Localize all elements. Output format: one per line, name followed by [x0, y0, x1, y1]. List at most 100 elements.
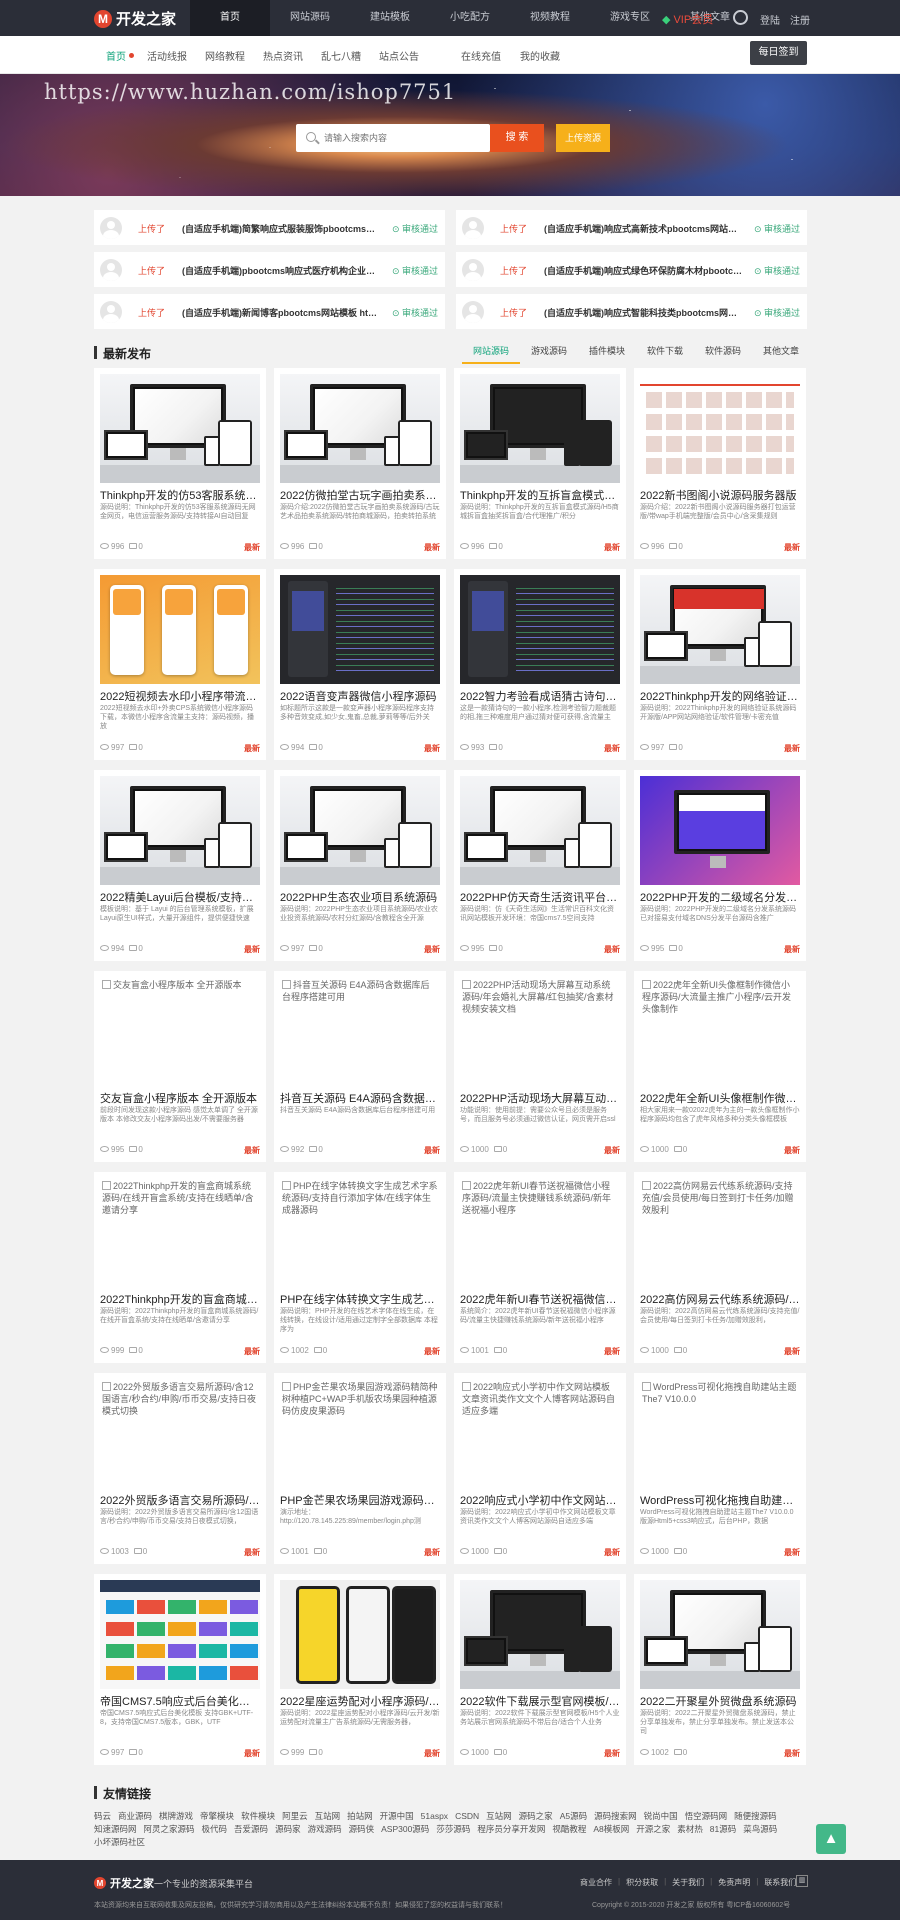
resource-card[interactable]: 2022Thinkphp开发的网络验证系统 源码说明：2022Thinkphp开发…	[634, 569, 806, 760]
footer-link-contact[interactable]: 联系我们	[764, 1877, 796, 1888]
activity-item[interactable]: 上传了 (自适应手机端)响应式绿色环保防腐木材pbootcms网站 ⊙ 审核通过	[456, 252, 807, 287]
login-link[interactable]: 登陆	[760, 12, 780, 27]
friend-link[interactable]: 悟空源码网	[685, 1810, 728, 1823]
friend-link[interactable]: 莎莎源码	[436, 1823, 470, 1836]
card-title[interactable]: 2022短视频去水印小程序带流量主	[100, 688, 260, 704]
friend-link[interactable]: 拍站网	[347, 1810, 373, 1823]
card-thumbnail[interactable]: 2022PHP活动现场大屏幕互动系统源码/年会婚礼大屏幕/红包抽奖/含素材视频安…	[460, 977, 620, 1086]
card-title[interactable]: Thinkphp开发的仿53客服系统源码	[100, 487, 260, 503]
resource-card[interactable]: 2022智力考验看成语猜古诗句小程序这是一款猜诗句的一款小程序,检测考验智力题裁…	[454, 569, 626, 760]
card-thumbnail[interactable]: 2022虎年新UI春节送祝福微信小程序源码/流量主快捷赚钱系统源码/新年送祝福小…	[460, 1178, 620, 1287]
card-thumbnail[interactable]	[280, 776, 440, 885]
card-thumbnail[interactable]	[460, 776, 620, 885]
friend-link[interactable]: 视酷教程	[552, 1823, 586, 1836]
card-thumbnail[interactable]	[100, 575, 260, 684]
card-title[interactable]: 2022高仿网易云代练系统源码/支持充值	[640, 1291, 800, 1307]
card-thumbnail[interactable]	[100, 1580, 260, 1689]
tab-software-download[interactable]: 软件下载	[636, 344, 694, 364]
friend-link[interactable]: 锐尚中国	[644, 1810, 678, 1823]
friend-link[interactable]: ASP300源码	[381, 1823, 429, 1836]
card-title[interactable]: 2022语音变声器微信小程序源码	[280, 688, 440, 704]
card-title[interactable]: 2022二开聚星外贸微盘系统源码	[640, 1693, 800, 1709]
friend-link[interactable]: 源码家	[275, 1823, 301, 1836]
card-title[interactable]: 2022虎年新UI春节送祝福微信小程序	[460, 1291, 620, 1307]
footer-link-disclaimer[interactable]: 免责声明	[718, 1877, 750, 1888]
card-title[interactable]: 2022外贸版多语言交易所源码/含12国语言	[100, 1492, 260, 1508]
activity-title[interactable]: (自适应手机端)响应式智能科技类pbootcms网站模板	[544, 306, 744, 319]
card-title[interactable]: 2022虎年全新UI头像框制作微信小程序	[640, 1090, 800, 1106]
search-input[interactable]	[324, 128, 484, 148]
resource-card[interactable]: 2022外贸版多语言交易所源码/含12国语言/秒合约/申购/币币交易/支持日夜模…	[94, 1373, 266, 1564]
site-logo[interactable]: M 开发之家	[94, 8, 176, 29]
register-link[interactable]: 注册	[790, 12, 810, 27]
card-thumbnail[interactable]	[640, 374, 800, 483]
card-thumbnail[interactable]	[640, 1580, 800, 1689]
friend-link[interactable]: 源码之家	[519, 1810, 553, 1823]
card-thumbnail[interactable]: PHP在线字体转换文字生成艺术字系统源码/支持自行添加字体/在线字体生成器源码	[280, 1178, 440, 1287]
card-title[interactable]: 2022仿微拍堂古玩字画拍卖系统源码	[280, 487, 440, 503]
subnav-tutorials[interactable]: 网络教程	[205, 48, 245, 63]
card-title[interactable]: Thinkphp开发的互拆盲盒模式源码	[460, 487, 620, 503]
friend-link[interactable]: 源码搜索网	[594, 1810, 637, 1823]
friend-link[interactable]: A8模板网	[593, 1823, 629, 1836]
resource-card[interactable]: 2022软件下载展示型官网模板/响应式源码说明：2022软件下载展示型官网模板/…	[454, 1574, 626, 1765]
resource-card[interactable]: PHP在线字体转换文字生成艺术字系统源码/支持自行添加字体/在线字体生成器源码 P…	[274, 1172, 446, 1363]
resource-card[interactable]: Thinkphp开发的仿53客服系统源码 源码说明：Thinkphp开发的仿53客…	[94, 368, 266, 559]
card-thumbnail[interactable]: 2022虎年全新UI头像框制作微信小程序源码/大流量主推广小程序/云开发头像制作	[640, 977, 800, 1086]
card-title[interactable]: 帝国CMS7.5响应式后台美化模板	[100, 1693, 260, 1709]
vip-link[interactable]: ◆ VIP会员	[662, 11, 713, 27]
friend-link[interactable]: 帝擎模块	[200, 1810, 234, 1823]
card-thumbnail[interactable]	[640, 776, 800, 885]
nav-video-tutorials[interactable]: 视频教程	[510, 0, 590, 36]
friend-link[interactable]: 吾爱源码	[234, 1823, 268, 1836]
nav-games[interactable]: 游戏专区	[590, 0, 670, 36]
friend-link[interactable]: 小坏源码社区	[94, 1836, 145, 1849]
card-title[interactable]: WordPress可视化拖拽自助建站主题	[640, 1492, 800, 1508]
activity-title[interactable]: (自适应手机端)新闻博客pbootcms网站模板 html5	[182, 306, 382, 319]
card-title[interactable]: 2022PHP开发的二级域名分发系统	[640, 889, 800, 905]
subnav-home[interactable]: 首页	[106, 48, 126, 63]
friend-link[interactable]: 开源之家	[636, 1823, 670, 1836]
activity-title[interactable]: (自适应手机端)pbootcms响应式医疗机构企业网站模板	[182, 264, 382, 277]
card-title[interactable]: 2022软件下载展示型官网模板/响应式	[460, 1693, 620, 1709]
card-thumbnail[interactable]: 2022Thinkphp开发的盲盒商城系统源码/在线开盲盒系统/支持在线晒单/含…	[100, 1178, 260, 1287]
activity-title[interactable]: (自适应手机端)响应式高新技术pbootcms网站模板	[544, 222, 744, 235]
resource-card[interactable]: 2022响应式小学初中作文网站模板文章资讯类作文文个人博客网站源码自适应多端 20…	[454, 1373, 626, 1564]
footer-link-points[interactable]: 积分获取	[626, 1877, 658, 1888]
friend-link[interactable]: 码云	[94, 1810, 111, 1823]
friend-link[interactable]: 游戏源码	[308, 1823, 342, 1836]
card-thumbnail[interactable]: 交友盲盒小程序版本 全开源版本	[100, 977, 260, 1086]
card-thumbnail[interactable]	[280, 374, 440, 483]
card-title[interactable]: PHP金芒果农场果园游戏源码精简版	[280, 1492, 440, 1508]
resource-card[interactable]: 2022PHP生态农业项目系统源码 源码说明：2022PHP生态农业项目系统源码/…	[274, 770, 446, 961]
friend-link[interactable]: 81源码	[710, 1823, 736, 1836]
card-title[interactable]: 2022精美Layui后台模板/支持多标签	[100, 889, 260, 905]
friend-link[interactable]: 互站网	[486, 1810, 512, 1823]
card-thumbnail[interactable]: PHP金芒果农场果园游戏源码精简种树种植PC+WAP手机版农场果园种植源码仿皮皮…	[280, 1379, 440, 1488]
card-title[interactable]: 2022Thinkphp开发的盲盒商城系统源码	[100, 1291, 260, 1307]
friend-link[interactable]: 程序员分享开发网	[477, 1823, 545, 1836]
nav-website-source[interactable]: 网站源码	[270, 0, 350, 36]
friend-link[interactable]: 知速源码网	[94, 1823, 137, 1836]
card-title[interactable]: 抖音互关源码 E4A源码含数据库后台	[280, 1090, 440, 1106]
friend-link[interactable]: 阿里云	[282, 1810, 308, 1823]
footer-link-business[interactable]: 商业合作	[580, 1877, 612, 1888]
card-thumbnail[interactable]	[280, 1580, 440, 1689]
nav-snack-recipes[interactable]: 小吃配方	[430, 0, 510, 36]
card-thumbnail[interactable]: 2022外贸版多语言交易所源码/含12国语言/秒合约/申购/币币交易/支持日夜模…	[100, 1379, 260, 1488]
subnav-announcements[interactable]: 站点公告	[379, 48, 419, 63]
activity-item[interactable]: 上传了 (自适应手机端)响应式智能科技类pbootcms网站模板 ⊙ 审核通过	[456, 294, 807, 329]
footer-link-about[interactable]: 关于我们	[672, 1877, 704, 1888]
card-thumbnail[interactable]	[460, 575, 620, 684]
card-title[interactable]: 2022PHP仿天奇生活资讯平台源码	[460, 889, 620, 905]
friend-link[interactable]: 商业源码	[118, 1810, 152, 1823]
stats-icon[interactable]: ▥	[796, 1875, 808, 1887]
resource-card[interactable]: 2022虎年全新UI头像框制作微信小程序源码/大流量主推广小程序/云开发头像制作…	[634, 971, 806, 1162]
resource-card[interactable]: 2022星座运势配对小程序源码/云开发源码说明：2022星座运势配对小程序源码/…	[274, 1574, 446, 1765]
friend-link[interactable]: 互站网	[315, 1810, 341, 1823]
friend-link[interactable]: CSDN	[455, 1810, 479, 1823]
friend-link[interactable]: 随便搜源码	[734, 1810, 777, 1823]
footer-logo[interactable]: M 开发之家	[94, 1875, 154, 1891]
friend-link[interactable]: 极代码	[202, 1823, 228, 1836]
subnav-activities[interactable]: 活动线报	[147, 48, 187, 63]
